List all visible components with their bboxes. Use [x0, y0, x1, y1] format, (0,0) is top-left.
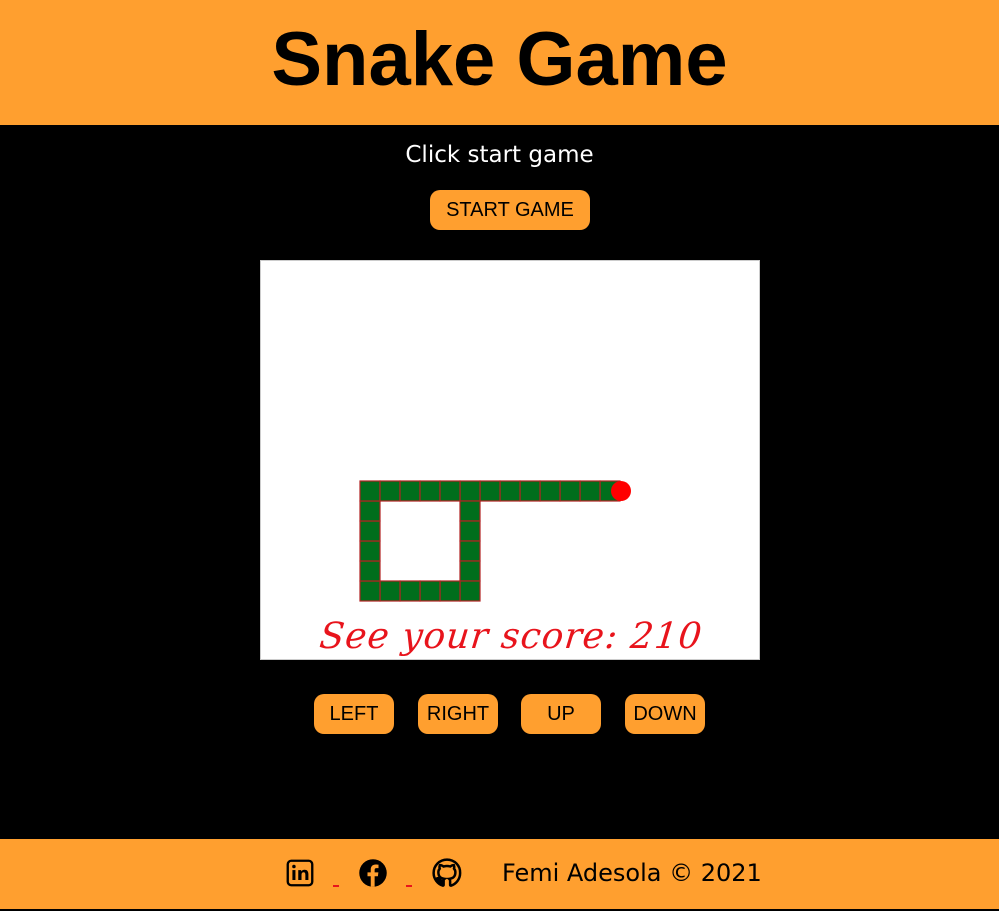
snake-segment: [359, 520, 381, 542]
food-dot: [611, 481, 631, 501]
start-game-button[interactable]: START GAME: [430, 190, 590, 230]
snake-segment: [359, 580, 381, 602]
left-button[interactable]: LEFT: [314, 694, 394, 734]
snake-segment: [559, 480, 581, 502]
snake-segment: [479, 480, 501, 502]
header: Snake Game: [0, 0, 999, 125]
snake-segment: [359, 480, 381, 502]
copyright-text: Femi Adesola © 2021: [502, 859, 762, 887]
snake-segment: [459, 580, 481, 602]
game-board: See your score: 210: [260, 260, 760, 660]
score-label: See your score: 210: [317, 616, 705, 657]
snake-segment: [499, 480, 521, 502]
snake-segment: [379, 480, 401, 502]
snake-segment: [539, 480, 561, 502]
snake-segment: [439, 580, 461, 602]
down-button[interactable]: DOWN: [625, 694, 705, 734]
snake-segment: [419, 480, 441, 502]
facebook-icon[interactable]: [357, 857, 389, 889]
instruction-text: Click start game: [405, 142, 594, 168]
linkedin-icon[interactable]: [284, 857, 316, 889]
snake-segment: [519, 480, 541, 502]
snake-segment: [459, 520, 481, 542]
page-title: Snake Game: [271, 17, 728, 102]
up-button[interactable]: UP: [521, 694, 601, 734]
snake-segment: [419, 580, 441, 602]
link-underline: [406, 885, 412, 887]
snake-segment: [459, 560, 481, 582]
game-canvas: [359, 480, 631, 602]
snake-segment: [439, 480, 461, 502]
github-icon[interactable]: [431, 857, 463, 889]
snake-segment: [399, 580, 421, 602]
snake-segment: [359, 500, 381, 522]
snake-segment: [579, 480, 601, 502]
right-button[interactable]: RIGHT: [418, 694, 498, 734]
snake-segment: [459, 500, 481, 522]
snake-segment: [459, 480, 481, 502]
link-underline: [333, 885, 339, 887]
footer: Femi Adesola © 2021: [0, 839, 999, 909]
snake-segment: [459, 540, 481, 562]
snake-segment: [359, 560, 381, 582]
snake-segment: [359, 540, 381, 562]
snake-segment: [379, 580, 401, 602]
snake-segment: [399, 480, 421, 502]
